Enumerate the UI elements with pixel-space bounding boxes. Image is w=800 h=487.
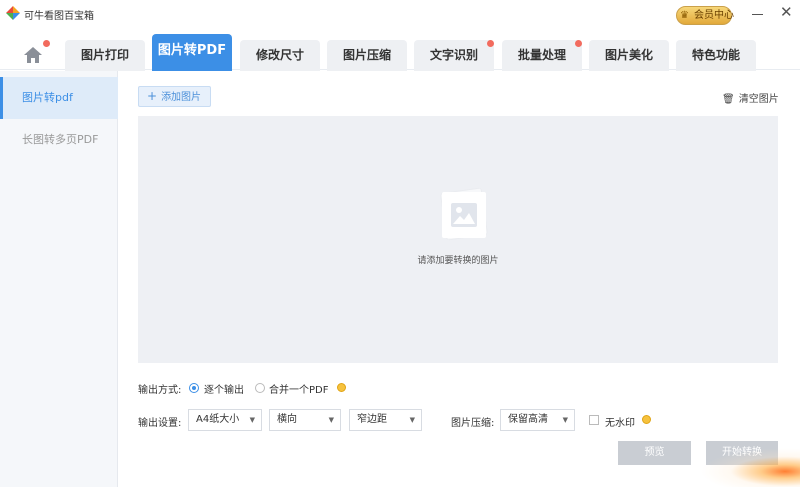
paper-size-value: A4纸大小 [196,414,240,425]
margin-select[interactable]: 窄边距 ▼ [349,409,422,431]
notification-dot [487,40,494,47]
tab-label: 特色功能 [691,48,740,62]
orientation-select[interactable]: 横向 ▼ [269,409,341,431]
title-bar: 可牛看图百宝箱 ♛ 会员中心 ✕ [0,0,800,32]
orientation-value: 横向 [277,414,297,425]
close-button[interactable]: ✕ [780,4,793,20]
start-convert-label: 开始转换 [722,447,762,458]
sidebar: 图片转pdf 长图转多页PDF [0,71,118,487]
compression-value: 保留高清 [508,414,548,425]
no-watermark-label[interactable]: 无水印 [605,414,635,429]
compression-select[interactable]: 保留高清 ▼ [500,409,575,431]
tab-label: 图片美化 [604,48,653,62]
notification-dot [43,40,50,47]
clear-images-button[interactable]: 🗑 清空图片 [722,90,779,105]
tab-label: 图片压缩 [342,48,391,62]
compression-label: 图片压缩: [451,418,495,429]
add-image-label: 添加图片 [161,92,202,103]
tab-label: 文字识别 [429,48,478,62]
clear-images-label: 清空图片 [738,94,779,105]
vip-coin-icon [642,415,651,424]
output-settings-label: 输出设置: [138,418,182,429]
vip-center-label: 会员中心 [694,10,734,21]
notification-dot [575,40,582,47]
paper-size-select[interactable]: A4纸大小 ▼ [188,409,262,431]
chevron-down-icon: ▼ [409,416,415,424]
tab-resize[interactable]: 修改尺寸 [240,40,320,71]
drop-zone-hint: 请添加要转换的图片 [417,256,499,266]
tab-beautify[interactable]: 图片美化 [589,40,669,71]
minimize-button[interactable] [752,14,763,15]
trash-icon: 🗑 [722,94,735,105]
tab-batch[interactable]: 批量处理 [502,40,582,71]
preview-button[interactable]: 预览 [618,441,691,465]
home-icon [24,47,42,63]
home-button[interactable] [20,40,50,68]
tab-compress[interactable]: 图片压缩 [327,40,407,71]
image-drop-zone[interactable]: 请添加要转换的图片 [138,116,778,363]
tab-label: 图片转PDF [157,43,227,58]
crown-icon: ♛ [680,10,689,21]
start-convert-button[interactable]: 开始转换 [706,441,778,465]
vip-coin-icon [337,383,346,392]
main-tab-bar: 图片打印 图片转PDF 修改尺寸 图片压缩 文字识别 批量处理 图片美化 特色功… [0,32,800,71]
tab-image-print[interactable]: 图片打印 [65,40,145,71]
tab-label: 图片打印 [80,48,129,62]
tab-label: 批量处理 [517,48,566,62]
add-image-button[interactable]: + 添加图片 [138,86,211,107]
preview-label: 预览 [644,447,665,458]
radio-output-individually[interactable] [189,383,199,393]
sidebar-item-long-image-to-pdf[interactable]: 长图转多页PDF [0,119,118,161]
radio-merge-pdf[interactable] [255,383,265,393]
tab-image-to-pdf[interactable]: 图片转PDF [152,34,232,71]
image-placeholder-icon [442,192,486,238]
sidebar-item-label: 长图转多页PDF [22,133,99,146]
vip-center-button[interactable]: ♛ 会员中心 [676,6,734,25]
radio-label-output-individually[interactable]: 逐个输出 [204,381,244,396]
output-mode-label: 输出方式: [138,385,182,396]
chevron-down-icon: ▼ [328,416,334,424]
radio-label-merge-pdf[interactable]: 合并一个PDF [269,381,328,396]
tab-ocr[interactable]: 文字识别 [414,40,494,71]
plus-icon: + [147,89,158,103]
chevron-down-icon: ▼ [249,416,255,424]
app-title: 可牛看图百宝箱 [24,11,94,22]
app-logo-icon [6,6,20,20]
tab-label: 修改尺寸 [255,48,304,62]
sidebar-item-image-to-pdf[interactable]: 图片转pdf [0,77,118,119]
no-watermark-checkbox[interactable] [589,415,599,425]
margin-value: 窄边距 [357,414,387,425]
sidebar-item-label: 图片转pdf [22,91,73,104]
image-icon [451,203,477,227]
chevron-down-icon: ▼ [562,416,568,424]
tab-special[interactable]: 特色功能 [676,40,756,71]
